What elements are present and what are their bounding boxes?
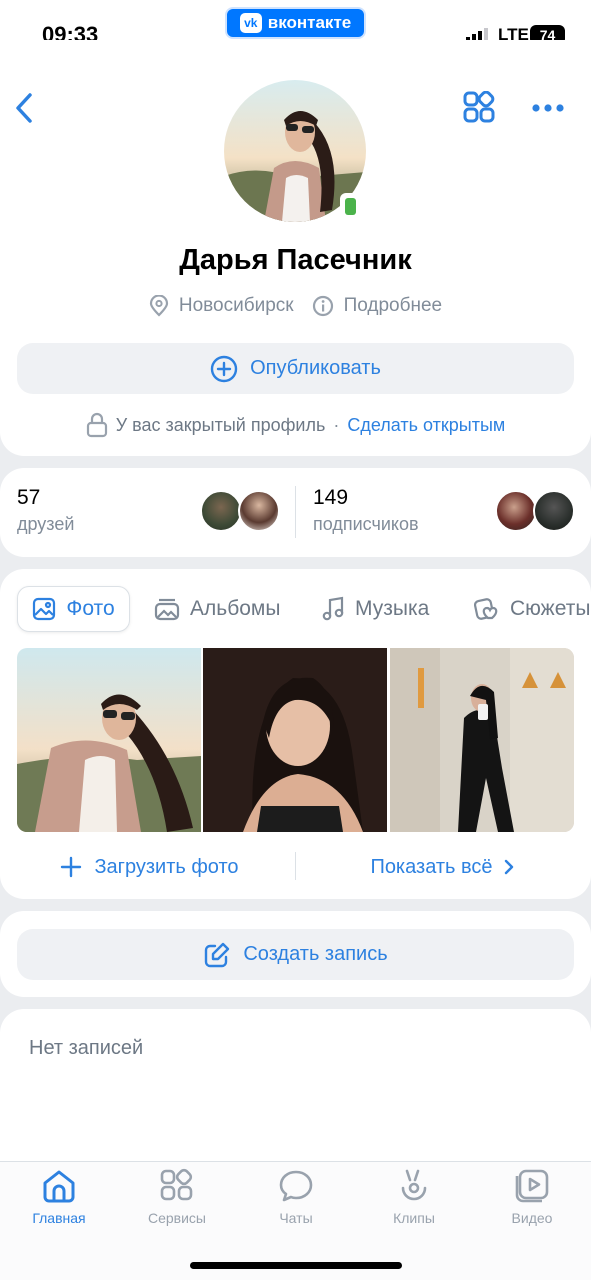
follower-avatar (495, 490, 537, 532)
services-grid-icon[interactable] (462, 90, 498, 127)
profile-meta: Новосибирск Подробнее (0, 292, 591, 320)
make-open-link[interactable]: Сделать открытым (347, 415, 505, 436)
back-icon[interactable] (12, 92, 36, 124)
location-icon (149, 295, 169, 317)
edit-icon (203, 941, 231, 969)
chevron-right-icon (503, 858, 515, 876)
followers-avatars (495, 490, 577, 532)
clips-icon (396, 1168, 432, 1204)
upload-photo-button[interactable]: Загрузить фото (17, 850, 282, 884)
create-post-label: Создать запись (243, 943, 388, 965)
nav-clips-label: Клипы (393, 1210, 435, 1226)
vk-logo-icon: vk (239, 13, 262, 33)
followers-block[interactable]: 149 подписчиков (313, 486, 493, 542)
nav-home-label: Главная (32, 1210, 86, 1226)
details-link[interactable]: Подробнее (344, 295, 443, 317)
show-all-label: Показать всё (370, 855, 493, 878)
nav-chats-label: Чаты (279, 1210, 313, 1226)
followers-count: 149 (313, 486, 349, 509)
publish-button[interactable]: Опубликовать (17, 343, 574, 394)
privacy-separator: · (333, 414, 340, 435)
nav-home[interactable]: Главная (0, 1168, 118, 1226)
photo-thumbnail[interactable] (203, 648, 387, 832)
empty-wall-text: Нет записей (29, 1037, 144, 1059)
nav-services[interactable]: Сервисы (118, 1168, 236, 1226)
profile-name: Дарья Пасечник (179, 244, 412, 276)
nav-chats[interactable]: Чаты (237, 1168, 355, 1226)
nav-video-label: Видео (511, 1210, 553, 1226)
tab-stories-label: Сюжеты (510, 597, 591, 620)
albums-icon (154, 597, 180, 621)
online-mobile-icon (340, 193, 360, 219)
chat-icon (278, 1168, 314, 1204)
create-post-button[interactable]: Создать запись (17, 929, 574, 980)
tab-albums[interactable]: Альбомы (154, 586, 280, 632)
publish-label: Опубликовать (250, 357, 381, 379)
stats-divider (295, 486, 296, 538)
privacy-row: У вас закрытый профиль · Сделать открыты… (0, 410, 591, 440)
more-icon[interactable] (530, 101, 566, 115)
services-icon (159, 1168, 195, 1204)
photo-thumbnail[interactable] (390, 648, 574, 832)
nav-services-label: Сервисы (147, 1210, 206, 1226)
app-badge[interactable]: vk вконтакте (225, 7, 366, 39)
info-icon[interactable] (312, 295, 334, 317)
app-badge-label: вконтакте (267, 13, 352, 32)
heart-icon (474, 596, 500, 622)
privacy-text: У вас закрытый профиль (115, 414, 326, 435)
friend-avatar (200, 490, 242, 532)
plus-circle-icon (210, 355, 238, 383)
image-icon (32, 597, 56, 621)
tab-albums-label: Альбомы (190, 597, 281, 620)
follower-avatar (533, 490, 575, 532)
city-label: Новосибирск (178, 295, 294, 316)
lock-icon (86, 412, 108, 438)
photo-thumbnail[interactable] (17, 648, 201, 832)
upload-photo-label: Загрузить фото (94, 855, 239, 878)
home-icon (41, 1168, 77, 1204)
friend-avatar (238, 490, 280, 532)
tab-photos-label: Фото (66, 597, 115, 620)
actions-divider (295, 852, 296, 880)
plus-icon (60, 856, 82, 878)
nav-video[interactable]: Видео (473, 1168, 591, 1226)
tab-music[interactable]: Музыка (321, 586, 429, 632)
video-icon (514, 1168, 550, 1204)
home-indicator (190, 1262, 402, 1269)
tab-music-label: Музыка (355, 597, 430, 620)
tab-stories[interactable]: Сюжеты (474, 586, 590, 632)
show-all-button[interactable]: Показать всё (310, 850, 575, 884)
friends-avatars (200, 490, 282, 532)
nav-clips[interactable]: Клипы (355, 1168, 473, 1226)
tab-photos[interactable]: Фото (17, 586, 130, 632)
followers-label: подписчиков (313, 514, 419, 534)
music-icon (321, 596, 345, 622)
